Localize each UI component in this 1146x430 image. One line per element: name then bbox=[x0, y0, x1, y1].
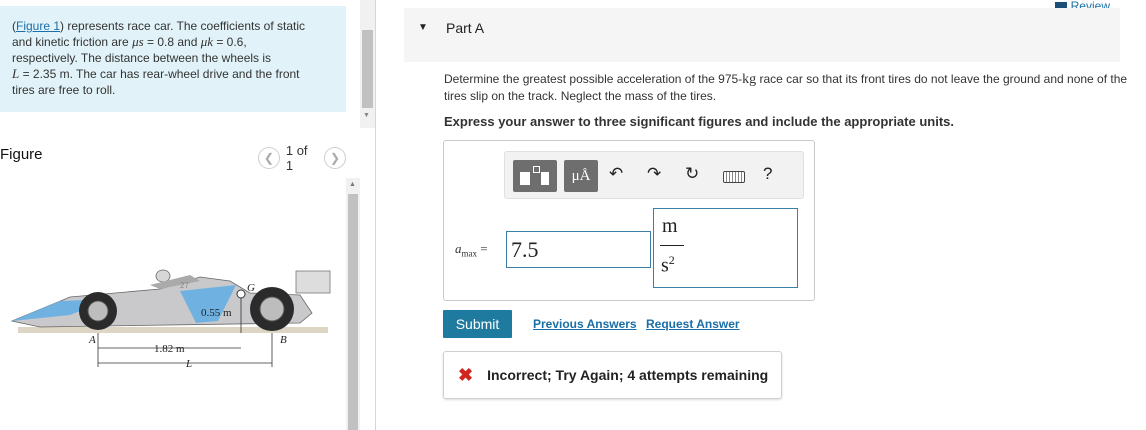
answer-panel: μÅ ↶ ↷ ↻ ? amax = 7.5 m s2 bbox=[443, 140, 815, 301]
point-a-label: A bbox=[88, 334, 96, 346]
template-icon bbox=[520, 172, 530, 185]
mu-s-symbol: μs bbox=[132, 34, 144, 49]
chevron-right-icon: ❯ bbox=[330, 151, 341, 165]
submit-button[interactable]: Submit bbox=[443, 310, 512, 338]
figure-scrollbar[interactable]: ▲ bbox=[346, 178, 360, 430]
chevron-left-icon: ❮ bbox=[263, 151, 274, 165]
point-g-label: G bbox=[247, 282, 255, 294]
error-icon: ✖ bbox=[458, 364, 474, 385]
value-input[interactable]: 7.5 bbox=[506, 231, 651, 268]
next-figure-button[interactable]: ❯ bbox=[324, 147, 347, 169]
wheelbase-label: L bbox=[185, 358, 192, 370]
undo-icon[interactable]: ↶ bbox=[609, 164, 623, 184]
point-b-label: B bbox=[280, 334, 287, 346]
fraction-bar bbox=[660, 245, 684, 246]
car-number: 27 bbox=[180, 281, 189, 290]
feedback-message: Incorrect; Try Again; 4 attempts remaini… bbox=[487, 367, 769, 383]
problem-statement: (Figure 1) represents race car. The coef… bbox=[0, 6, 346, 112]
part-title: Part A bbox=[446, 20, 485, 36]
height-label: 0.55 m bbox=[201, 307, 232, 319]
redo-icon[interactable]: ↷ bbox=[647, 164, 661, 184]
problem-scrollbar[interactable]: ▼ bbox=[360, 0, 375, 128]
keyboard-icon[interactable] bbox=[723, 171, 745, 183]
reset-icon[interactable]: ↻ bbox=[685, 164, 699, 184]
unit-numerator: m bbox=[662, 215, 678, 237]
help-icon[interactable]: ? bbox=[763, 164, 772, 184]
race-car-figure: A B G 0.55 m 1.82 m L 27 bbox=[10, 269, 331, 370]
scroll-up-icon[interactable]: ▲ bbox=[349, 181, 356, 188]
previous-answers-link[interactable]: Previous Answers bbox=[533, 317, 637, 331]
mu-k-symbol: μk bbox=[200, 34, 213, 49]
problem-panel: (Figure 1) represents race car. The coef… bbox=[0, 0, 360, 430]
answer-instruction: Express your answer to three significant… bbox=[444, 114, 954, 129]
scroll-down-icon[interactable]: ▼ bbox=[363, 112, 370, 119]
part-header[interactable]: ▼ Part A bbox=[404, 8, 1120, 62]
question-text: Determine the greatest possible accelera… bbox=[444, 72, 1128, 103]
prev-figure-button[interactable]: ❮ bbox=[258, 147, 280, 169]
figure-link[interactable]: Figure 1 bbox=[16, 19, 60, 33]
figure-page-count: 1 of 1 bbox=[285, 143, 308, 173]
request-answer-link[interactable]: Request Answer bbox=[646, 317, 740, 331]
math-toolbar: μÅ ↶ ↷ ↻ ? bbox=[504, 151, 804, 199]
figure-scroll-thumb[interactable] bbox=[348, 194, 358, 430]
panel-divider bbox=[375, 0, 376, 430]
units-input[interactable]: m s2 bbox=[653, 208, 798, 288]
feedback-banner: ✖ Incorrect; Try Again; 4 attempts remai… bbox=[443, 351, 782, 399]
problem-scroll-thumb[interactable] bbox=[362, 30, 373, 108]
units-button[interactable]: μÅ bbox=[564, 160, 598, 192]
collapse-icon[interactable]: ▼ bbox=[418, 22, 428, 33]
unit-denominator: s2 bbox=[661, 253, 675, 277]
figure-title: Figure bbox=[0, 146, 43, 163]
answer-variable: amax = bbox=[455, 241, 488, 259]
templates-button[interactable] bbox=[513, 160, 557, 192]
figure-pager: ❮ 1 of 1 ❯ bbox=[258, 143, 347, 173]
distance-label: 1.82 m bbox=[154, 343, 185, 355]
